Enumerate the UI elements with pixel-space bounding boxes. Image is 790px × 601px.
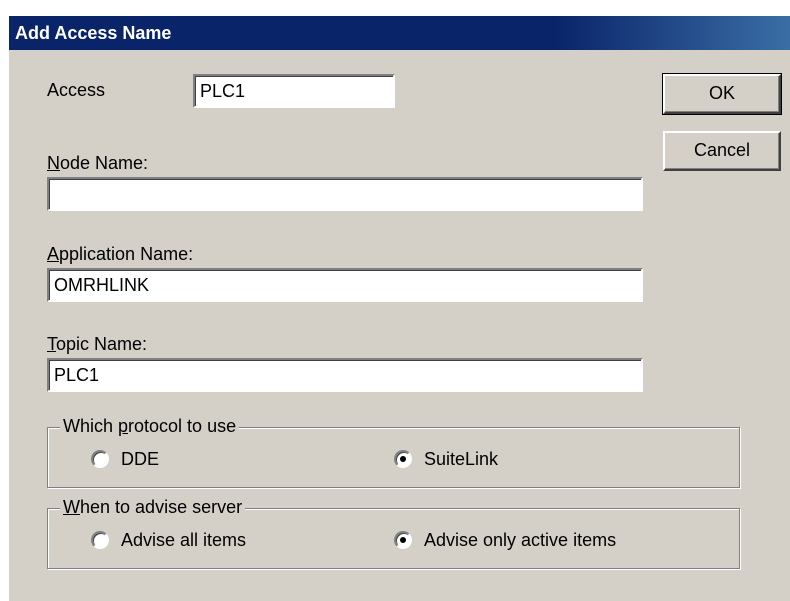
dde-radio[interactable] (91, 450, 109, 468)
access-label: Access (47, 80, 106, 100)
node-name-input[interactable] (47, 177, 643, 211)
application-name-label: Application Name: (47, 244, 194, 264)
suitelink-radio[interactable] (394, 450, 412, 468)
topic-name-input[interactable] (47, 358, 643, 392)
advise-group-legend: When to advise server (60, 496, 246, 518)
ok-button[interactable]: OK (662, 73, 782, 115)
advise-all-items-label[interactable]: Advise all items (121, 529, 246, 551)
node-name-label: Node Name: (47, 153, 149, 173)
access-input[interactable] (193, 74, 395, 108)
dde-radio-label[interactable]: DDE (121, 448, 159, 470)
advise-groupbox: When to advise server Advise all items A… (47, 496, 740, 569)
radio-selected-dot (400, 456, 406, 462)
application-name-input[interactable] (47, 268, 643, 302)
advise-only-active-items-radio[interactable] (394, 531, 412, 549)
advise-only-active-items-label[interactable]: Advise only active items (424, 529, 616, 551)
cancel-button[interactable]: Cancel (663, 131, 781, 171)
add-access-name-dialog: Add Access Name Access Node Name: Applic… (8, 15, 790, 601)
topic-name-label: Topic Name: (47, 334, 148, 354)
dialog-title: Add Access Name (9, 16, 790, 50)
protocol-group-legend: Which protocol to use (60, 415, 240, 437)
suitelink-radio-label[interactable]: SuiteLink (424, 448, 498, 470)
radio-selected-dot (400, 537, 406, 543)
protocol-groupbox: Which protocol to use DDE SuiteLink (47, 415, 740, 488)
advise-all-items-radio[interactable] (91, 531, 109, 549)
